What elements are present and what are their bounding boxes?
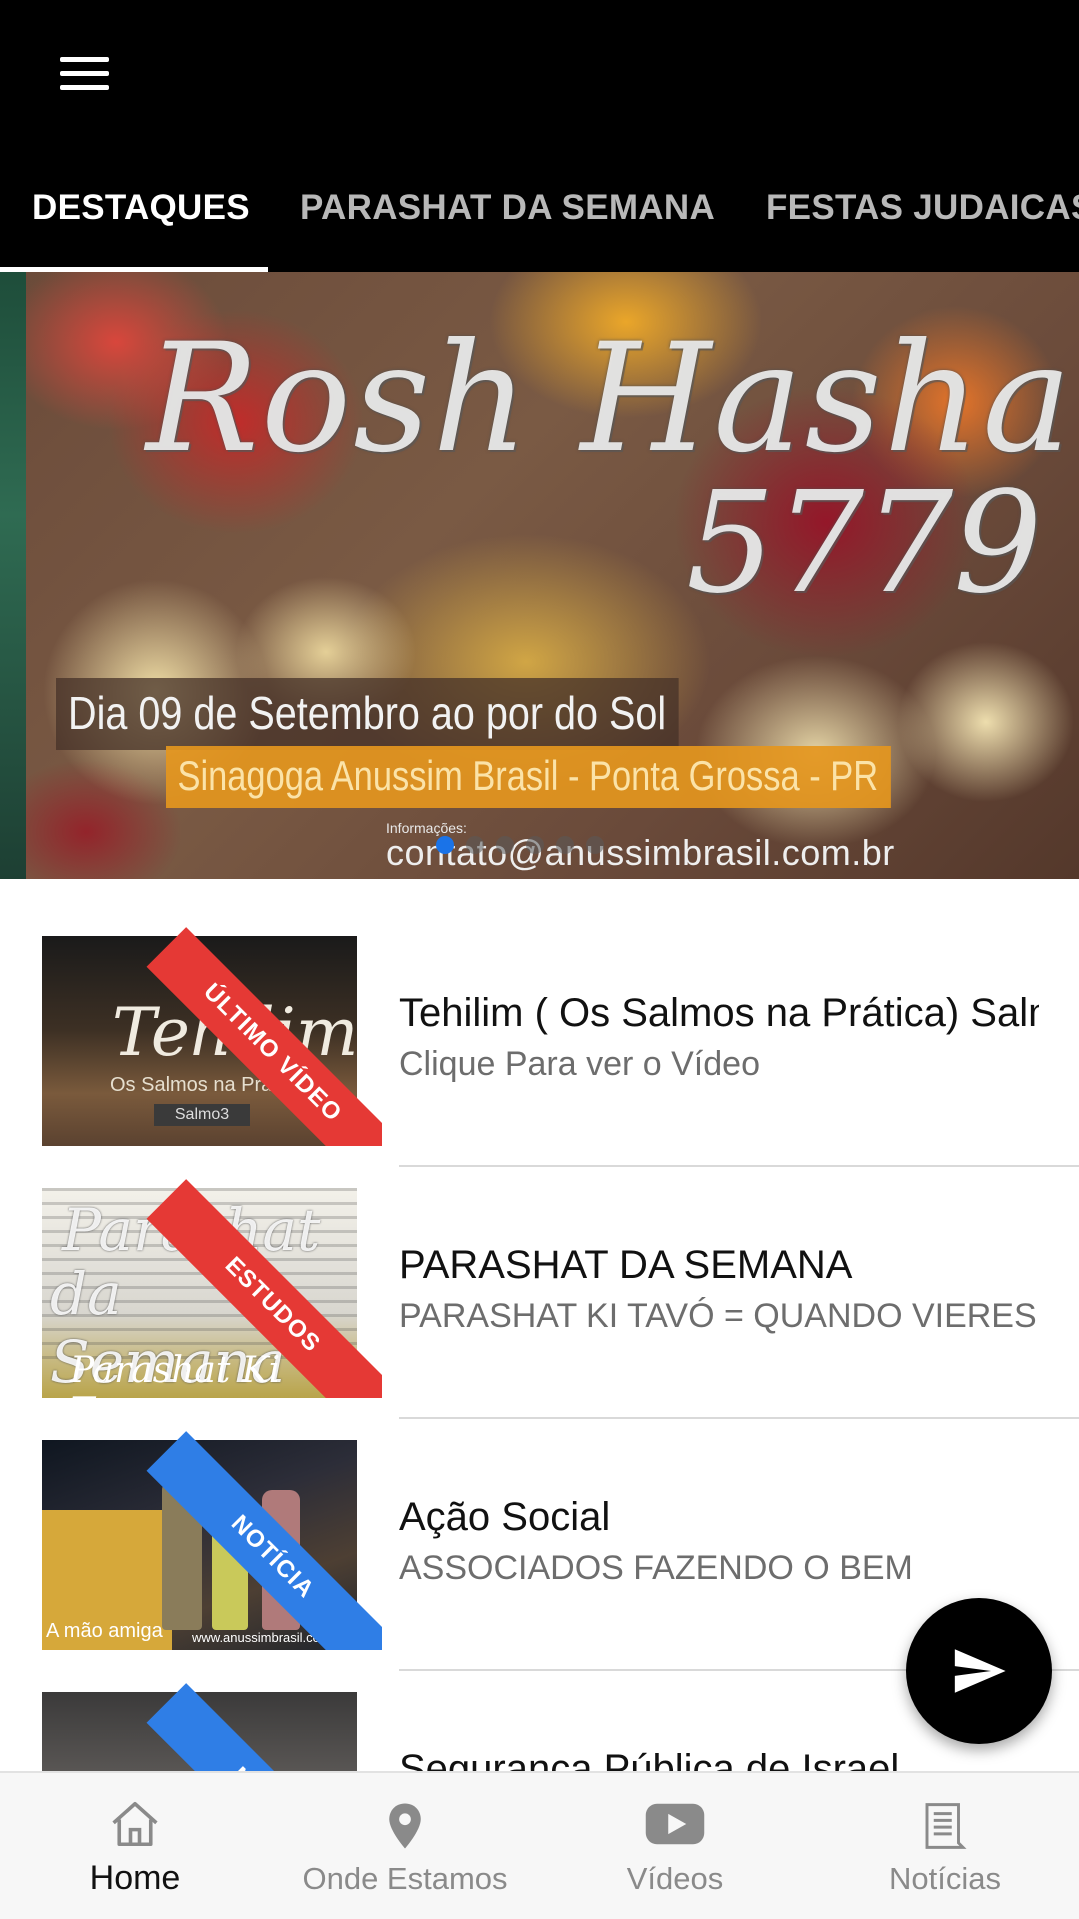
nav-label: Onde Estamos (302, 1861, 508, 1896)
carousel-dot[interactable] (556, 836, 574, 854)
item-text: Tehilim ( Os Salmos na Prática) Salmo 3 … (399, 979, 1039, 1099)
news-list-icon (925, 1803, 967, 1849)
item-subtitle: ASSOCIADOS FAZENDO O BEM (399, 1549, 913, 1587)
carousel-dot[interactable] (436, 836, 454, 854)
tab-destaques[interactable]: DESTAQUES (32, 188, 250, 228)
item-title: Ação Social (399, 1495, 611, 1539)
item-title: Tehilim ( Os Salmos na Prática) Salmo 3 (399, 991, 1039, 1035)
nav-label: Home (89, 1859, 181, 1897)
tab-bar: DESTAQUES PARASHAT DA SEMANA FESTAS JUDA… (0, 168, 1079, 272)
item-text: Ação Social ASSOCIADOS FAZENDO O BEM (399, 1483, 1039, 1603)
thumbnail-image: Parashat da Semana Parashat Ki Tavo (42, 1188, 357, 1398)
list-item[interactable]: Parashat da Semana Parashat Ki Tavo ESTU… (0, 1131, 1079, 1419)
item-text: Segurança Pública de Israel (399, 1735, 1039, 1771)
thumb-text: Salmo3 (154, 1104, 250, 1126)
home-icon (112, 1801, 158, 1847)
banner-email: contato@anussimbrasil.com.br (386, 832, 895, 873)
youtube-play-icon (645, 1803, 705, 1845)
thumb-text: Os Salmos na Prática (110, 1074, 304, 1096)
item-title: Segurança Pública de Israel (399, 1747, 900, 1771)
nav-videos[interactable]: Vídeos (540, 1773, 810, 1919)
carousel-dot[interactable] (466, 836, 484, 854)
carousel-dot[interactable] (496, 836, 514, 854)
banner-year: 5779 (686, 462, 1043, 625)
app-bar: DESTAQUES PARASHAT DA SEMANA FESTAS JUDA… (0, 0, 1079, 272)
list-item[interactable]: Tehilim Os Salmos na Prática Salmo3 ÚLTI… (0, 879, 1079, 1167)
tab-parashat-da-semana[interactable]: PARASHAT DA SEMANA (300, 188, 715, 228)
thumb-text: Parashat (62, 1196, 321, 1264)
hamburger-menu-icon[interactable] (40, 40, 130, 110)
banner-date: Dia 09 de Setembro ao por do Sol (56, 678, 679, 750)
thumbnail-image: Tehilim Os Salmos na Prática Salmo3 (42, 936, 357, 1146)
send-fab-button[interactable] (906, 1598, 1052, 1744)
carousel-dot[interactable] (586, 836, 604, 854)
banner-title: Rosh Hashanah (146, 312, 1079, 486)
item-subtitle: PARASHAT KI TAVÓ = QUANDO VIERES (399, 1297, 1037, 1335)
banner-image[interactable]: Rosh Hashanah 5779 Dia 09 de Setembro ao… (26, 272, 1079, 879)
tab-festas-judaicas[interactable]: FESTAS JUDAICAS (766, 188, 1079, 228)
nav-onde-estamos[interactable]: Onde Estamos (270, 1773, 540, 1919)
thumbnail-image: A mão amiga www.anussimbrasil.com.br (42, 1440, 357, 1650)
banner-place: Sinagoga Anussim Brasil - Ponta Grossa -… (166, 746, 892, 808)
nav-label: Notícias (889, 1861, 1001, 1896)
bottom-navigation: Home Onde Estamos Vídeos Notícias (0, 1771, 1079, 1919)
list-item[interactable]: A mão amiga www.anussimbrasil.com.br NOT… (0, 1383, 1079, 1671)
item-text: PARASHAT DA SEMANA PARASHAT KI TAVÓ = QU… (399, 1231, 1039, 1351)
banner-previous-slide (0, 272, 26, 879)
item-subtitle: Clique Para ver o Vídeo (399, 1045, 760, 1083)
item-title: PARASHAT DA SEMANA (399, 1243, 853, 1287)
carousel-dot[interactable] (526, 836, 544, 854)
thumb-text: Tehilim (112, 994, 357, 1071)
send-icon (954, 1649, 1006, 1693)
banner-carousel[interactable]: Rosh Hashanah 5779 Dia 09 de Setembro ao… (0, 272, 1079, 879)
nav-noticias[interactable]: Notícias (810, 1773, 1079, 1919)
thumbnail-image (42, 1692, 357, 1771)
nav-home[interactable]: Home (0, 1773, 270, 1919)
nav-label: Vídeos (626, 1861, 724, 1896)
location-pin-icon (389, 1803, 421, 1849)
